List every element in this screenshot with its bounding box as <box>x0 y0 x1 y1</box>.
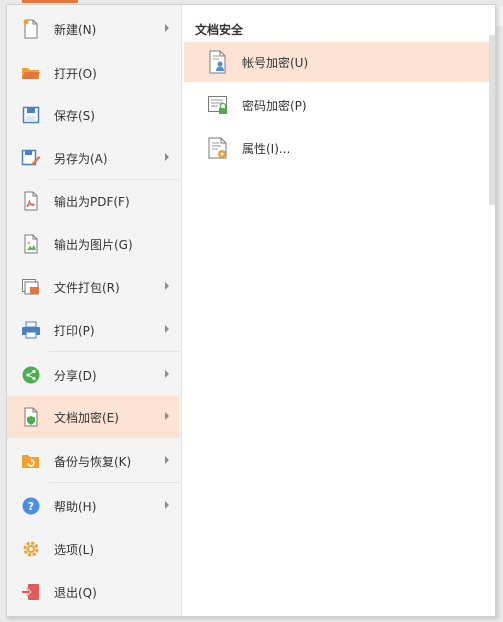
password-encrypt-icon <box>206 93 230 117</box>
menu-item-save-as[interactable]: 另存为(A) <box>7 137 179 179</box>
menu-item-open[interactable]: 打开(O) <box>7 52 179 94</box>
svg-text:?: ? <box>28 500 34 513</box>
menu-item-export-image[interactable]: 输出为图片(G) <box>7 223 179 265</box>
folder-open-icon <box>20 62 42 84</box>
submenu-arrow-icon <box>165 412 169 420</box>
menu-item-print[interactable]: 打印(P) <box>7 309 179 351</box>
menu-item-label: 文档加密(E) <box>54 410 119 425</box>
file-menu-left-panel: 新建(N) 打开(O) 保存(S) 另存为(A) 输出为PDF(F) 输出为图片… <box>7 5 182 616</box>
menu-item-label: 新建(N) <box>54 22 97 37</box>
pdf-export-icon <box>20 190 42 212</box>
submenu-panel: 文档安全 帐号加密(U) 密码加密(P) 属性(I)... <box>182 5 495 616</box>
save-as-icon <box>20 147 42 169</box>
menu-item-file-package[interactable]: 文件打包(R) <box>7 266 179 308</box>
menu-item-export-pdf[interactable]: 输出为PDF(F) <box>7 180 179 222</box>
menu-item-label: 文件打包(R) <box>54 280 120 295</box>
file-package-icon <box>20 276 42 298</box>
submenu-arrow-icon <box>165 456 169 464</box>
submenu-item-label: 属性(I)... <box>242 141 291 156</box>
gear-icon <box>20 538 42 560</box>
submenu-arrow-icon <box>165 501 169 509</box>
submenu-arrow-icon <box>165 282 169 290</box>
menu-item-label: 保存(S) <box>54 108 95 123</box>
menu-item-new[interactable]: 新建(N) <box>7 8 179 50</box>
account-encrypt-icon <box>206 50 230 74</box>
menu-item-help[interactable]: ? 帮助(H) <box>7 485 179 527</box>
submenu-arrow-icon <box>165 370 169 378</box>
menu-item-label: 打开(O) <box>54 66 97 81</box>
menu-item-save[interactable]: 保存(S) <box>7 94 179 136</box>
backup-restore-icon <box>20 450 42 472</box>
menu-item-document-encrypt[interactable]: 文档加密(E) <box>7 396 179 438</box>
image-export-icon <box>20 233 42 255</box>
scrollbar[interactable] <box>489 35 495 205</box>
menu-item-label: 输出为图片(G) <box>54 237 133 252</box>
new-document-icon <box>20 18 42 40</box>
top-accent-bar <box>22 0 78 3</box>
menu-item-label: 打印(P) <box>54 323 95 338</box>
menu-item-backup-restore[interactable]: 备份与恢复(K) <box>7 440 179 482</box>
menu-item-label: 帮助(H) <box>54 499 97 514</box>
properties-icon <box>206 136 230 160</box>
submenu-arrow-icon <box>165 153 169 161</box>
printer-icon <box>20 319 42 341</box>
help-icon: ? <box>20 495 42 517</box>
menu-separator <box>49 351 179 352</box>
menu-item-options[interactable]: 选项(L) <box>7 528 179 570</box>
share-icon <box>20 364 42 386</box>
file-menu: 新建(N) 打开(O) 保存(S) 另存为(A) 输出为PDF(F) 输出为图片… <box>6 4 496 617</box>
submenu-arrow-icon <box>165 325 169 333</box>
menu-separator <box>49 482 179 483</box>
submenu-item-account-encrypt[interactable]: 帐号加密(U) <box>184 42 491 82</box>
submenu-arrow-icon <box>165 24 169 32</box>
menu-item-exit[interactable]: 退出(Q) <box>7 571 179 613</box>
menu-item-label: 分享(D) <box>54 368 97 383</box>
menu-item-label: 选项(L) <box>54 542 95 557</box>
submenu-item-password-encrypt[interactable]: 密码加密(P) <box>184 85 491 125</box>
document-encrypt-icon <box>20 406 42 428</box>
submenu-item-label: 帐号加密(U) <box>242 55 309 70</box>
submenu-item-label: 密码加密(P) <box>242 98 307 113</box>
submenu-item-properties[interactable]: 属性(I)... <box>184 128 491 168</box>
menu-item-label: 输出为PDF(F) <box>54 194 130 209</box>
menu-item-label: 备份与恢复(K) <box>54 454 132 469</box>
menu-item-label: 退出(Q) <box>54 585 97 600</box>
save-icon <box>20 104 42 126</box>
exit-icon <box>20 581 42 603</box>
menu-item-share[interactable]: 分享(D) <box>7 354 179 396</box>
submenu-title: 文档安全 <box>195 23 244 37</box>
menu-item-label: 另存为(A) <box>54 151 108 166</box>
